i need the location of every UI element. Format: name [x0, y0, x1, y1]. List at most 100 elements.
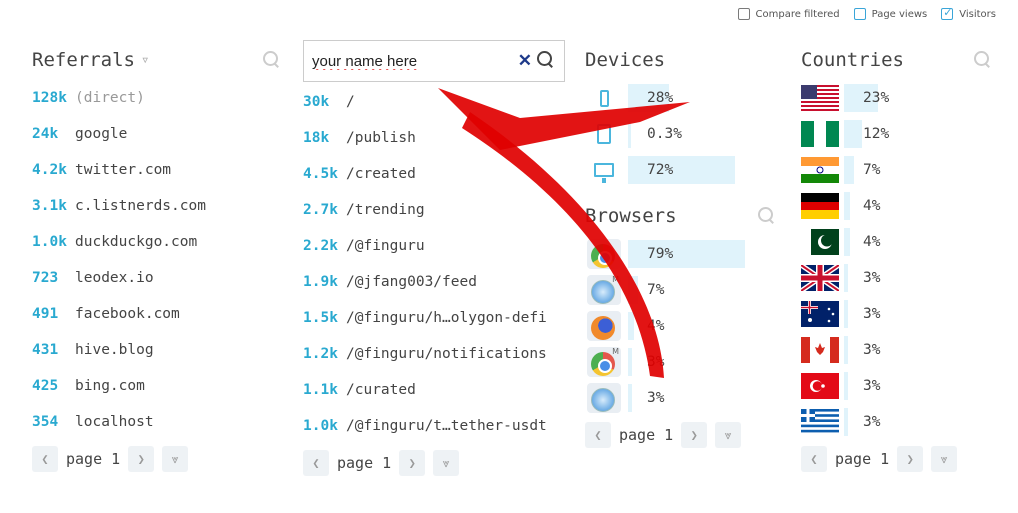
device-percent: 28%	[647, 90, 674, 106]
referral-count: 3.1k	[32, 198, 67, 214]
country-row[interactable]: 3%	[801, 260, 993, 296]
browsers-header: Browsers	[585, 196, 777, 236]
prev-page-button[interactable]: ❮	[303, 450, 329, 476]
collapse-button[interactable]: ⩔	[715, 422, 742, 448]
flag-us-icon	[801, 84, 839, 112]
pages-search-box[interactable]: ✕	[303, 40, 565, 82]
flag-ca-icon	[801, 336, 839, 364]
country-row[interactable]: 3%	[801, 296, 993, 332]
country-percent: 3%	[863, 270, 881, 286]
device-row[interactable]: 72%	[585, 152, 777, 188]
referral-label: google	[75, 126, 128, 142]
page-row[interactable]: 30k /	[303, 84, 565, 120]
country-row[interactable]: 23%	[801, 80, 993, 116]
collapse-button[interactable]: ⩔	[433, 450, 460, 476]
referral-row[interactable]: 24k google	[32, 116, 282, 152]
referral-count: 1.0k	[32, 234, 67, 250]
referral-row[interactable]: 491 facebook.com	[32, 296, 282, 332]
page-row[interactable]: 18k/publish	[303, 120, 565, 156]
page-count: 1.0k	[303, 418, 338, 434]
referral-label: localhost	[75, 414, 154, 430]
referral-row[interactable]: 431 hive.blog	[32, 332, 282, 368]
page-label: /created	[346, 166, 416, 182]
checkbox-box[interactable]	[853, 8, 866, 20]
next-page-button[interactable]: ❯	[128, 446, 155, 472]
page-row[interactable]: 1.0k /@finguru/t…tether-usdt	[303, 408, 565, 444]
clear-search-icon[interactable]: ✕	[518, 51, 532, 71]
page-row[interactable]: 2.7k/trending	[303, 192, 565, 228]
page-row[interactable]: 2.2k /@finguru	[303, 228, 565, 264]
page-count: 18k	[303, 130, 330, 146]
next-page-button[interactable]: ❯	[681, 422, 708, 448]
page-indicator: page 1	[619, 426, 674, 444]
browser-share-bar	[628, 312, 634, 340]
country-row[interactable]: 4%	[801, 188, 993, 224]
collapse-button[interactable]: ⩔	[931, 446, 958, 472]
country-row[interactable]: 3%	[801, 404, 993, 440]
page-label: /curated	[346, 382, 416, 398]
country-row[interactable]: 7%	[801, 152, 993, 188]
page-row[interactable]: 1.2k /@finguru/notifications	[303, 336, 565, 372]
page-row[interactable]: 4.5k/created	[303, 156, 565, 192]
referral-row[interactable]: 1.0k duckduckgo.com	[32, 224, 282, 260]
referral-count: 431	[32, 342, 59, 358]
browser-share-bar	[628, 348, 632, 376]
page-indicator: page 1	[835, 450, 890, 468]
referrals-header: Referrals ▿	[32, 40, 282, 80]
pages-search-input[interactable]	[312, 52, 502, 70]
referral-label: leodex.io	[75, 270, 154, 286]
page-row[interactable]: 1.9k /@jfang003/feed	[303, 264, 565, 300]
page-count: 2.2k	[303, 238, 338, 254]
device-row[interactable]: 0.3%	[585, 116, 777, 152]
search-icon[interactable]	[973, 50, 993, 70]
countries-list: 23% 12% 7% 4% 4% 3% 3% 3% 3% 3%	[801, 80, 993, 440]
page-count: 4.5k	[303, 166, 338, 182]
prev-page-button[interactable]: ❮	[801, 446, 827, 472]
referral-row[interactable]: 3.1k c.listnerds.com	[32, 188, 282, 224]
visitors-checkbox[interactable]: Visitors	[941, 6, 996, 20]
flag-au-icon	[801, 300, 839, 328]
country-row[interactable]: 12%	[801, 116, 993, 152]
country-row[interactable]: 3%	[801, 332, 993, 368]
browser-row[interactable]: 3%	[585, 380, 777, 416]
collapse-button[interactable]: ⩔	[162, 446, 189, 472]
compare-filtered-label: Compare filtered	[755, 8, 840, 20]
referral-row[interactable]: 425 bing.com	[32, 368, 282, 404]
referrals-title[interactable]: Referrals ▿	[32, 49, 149, 71]
next-page-button[interactable]: ❯	[399, 450, 426, 476]
referrals-list: 128k (direct) 24k google 4.2k twitter.com 3.1k…	[32, 80, 282, 440]
referral-label: facebook.com	[75, 306, 180, 322]
referral-row[interactable]: 128k (direct)	[32, 80, 282, 116]
referral-row[interactable]: 354 localhost	[32, 404, 282, 440]
page-row[interactable]: 1.1k/curated	[303, 372, 565, 408]
search-icon[interactable]	[757, 206, 777, 226]
prev-page-button[interactable]: ❮	[32, 446, 58, 472]
search-icon[interactable]	[262, 50, 282, 70]
devices-panel: Devices 28% 0.3% 72% Browsers 79% M 7% 4% M 3% 3…	[585, 40, 777, 450]
browsers-list: 79% M 7% 4% M 3% 3%	[585, 236, 777, 416]
checkbox-box-checked[interactable]	[941, 6, 954, 20]
country-row[interactable]: 3%	[801, 368, 993, 404]
checkbox-box[interactable]	[737, 8, 750, 20]
device-row[interactable]: 28%	[585, 80, 777, 116]
page-row[interactable]: 1.5k /@finguru/h…olygon-defi	[303, 300, 565, 336]
referral-count: 425	[32, 378, 59, 394]
browser-row[interactable]: M 3%	[585, 344, 777, 380]
search-icon[interactable]	[536, 50, 556, 70]
referral-row[interactable]: 4.2k twitter.com	[32, 152, 282, 188]
referral-row[interactable]: 723 leodex.io	[32, 260, 282, 296]
browser-row[interactable]: M 7%	[585, 272, 777, 308]
chevron-down-icon[interactable]: ▿	[141, 52, 149, 68]
tablet-icon	[585, 120, 623, 148]
browser-row[interactable]: 79%	[585, 236, 777, 272]
browsers-title: Browsers	[585, 205, 677, 227]
next-page-button[interactable]: ❯	[897, 446, 924, 472]
device-share-bar	[628, 120, 631, 148]
page-views-checkbox[interactable]: Page views	[853, 8, 927, 20]
compare-filtered-checkbox[interactable]: Compare filtered	[737, 8, 840, 20]
prev-page-button[interactable]: ❮	[585, 422, 611, 448]
page-label: /	[346, 94, 355, 110]
referral-count: 354	[32, 414, 59, 430]
browser-row[interactable]: 4%	[585, 308, 777, 344]
country-row[interactable]: 4%	[801, 224, 993, 260]
